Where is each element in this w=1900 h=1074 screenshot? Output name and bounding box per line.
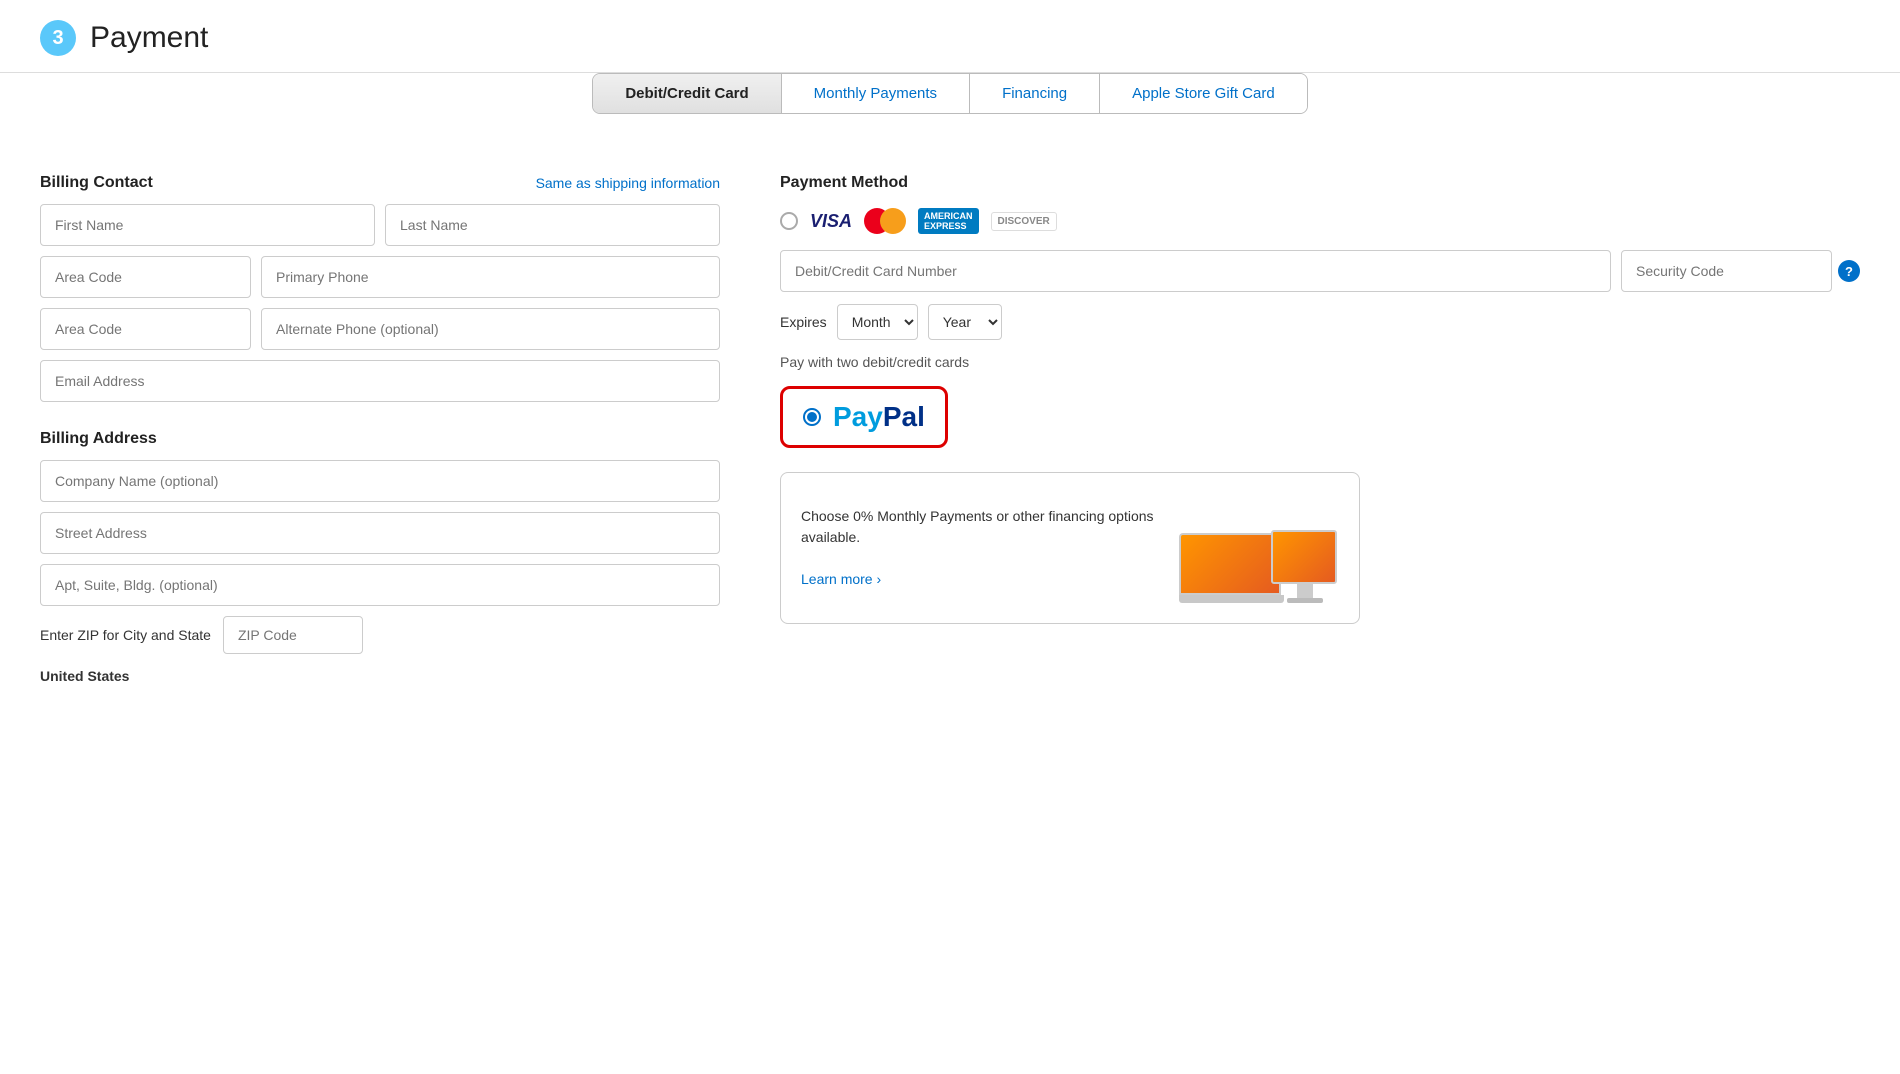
company-row (40, 460, 720, 502)
promo-learn-more-link[interactable]: Learn more › (801, 571, 881, 587)
billing-address-title: Billing Address (40, 430, 720, 448)
company-input[interactable] (40, 460, 720, 502)
billing-contact-header: Billing Contact Same as shipping informa… (40, 174, 720, 192)
month-select[interactable]: Month 01020304 05060708 09101112 (837, 304, 918, 340)
primary-phone-row (40, 256, 720, 298)
name-row (40, 204, 720, 246)
right-panel: Payment Method VISA AMERICANEXPRESS DISC… (780, 174, 1860, 684)
paypal-radio (803, 408, 821, 426)
main-content: Billing Contact Same as shipping informa… (0, 144, 1900, 714)
tab-gift-card[interactable]: Apple Store Gift Card (1100, 74, 1307, 113)
last-name-input[interactable] (385, 204, 720, 246)
apt-input[interactable] (40, 564, 720, 606)
payment-tabs: Debit/Credit Card Monthly Payments Finan… (0, 73, 1900, 114)
promo-image (1179, 493, 1339, 603)
tab-debit-credit[interactable]: Debit/Credit Card (593, 74, 781, 113)
expires-row: Expires Month 01020304 05060708 09101112… (780, 304, 1860, 340)
area-code-2-input[interactable] (40, 308, 251, 350)
year-select[interactable]: Year 2024202520262027 20282029 (928, 304, 1002, 340)
area-code-1-input[interactable] (40, 256, 251, 298)
paypal-radio-inner (807, 412, 817, 422)
promo-box: Choose 0% Monthly Payments or other fina… (780, 472, 1360, 624)
left-panel: Billing Contact Same as shipping informa… (40, 174, 720, 684)
two-cards-link: Pay with two debit/credit cards (780, 354, 1860, 370)
tab-monthly-payments[interactable]: Monthly Payments (782, 74, 970, 113)
paypal-button[interactable]: PayPal (780, 386, 948, 448)
billing-address-section: Billing Address Enter ZIP for City and S… (40, 430, 720, 684)
security-code-wrapper: ? (1621, 250, 1860, 292)
paypal-logo: PayPal (833, 401, 925, 433)
apt-row (40, 564, 720, 606)
visa-logo: VISA (810, 211, 852, 232)
card-radio[interactable] (780, 212, 798, 230)
same-as-shipping-link[interactable]: Same as shipping information (536, 175, 720, 191)
tabs-bar: Debit/Credit Card Monthly Payments Finan… (592, 73, 1307, 114)
card-number-input[interactable] (780, 250, 1611, 292)
page-title: Payment (90, 21, 208, 55)
country-label: United States (40, 668, 720, 684)
amex-logo: AMERICANEXPRESS (918, 208, 979, 234)
expires-label: Expires (780, 314, 827, 330)
first-name-input[interactable] (40, 204, 375, 246)
discover-logo: DISCOVER (991, 212, 1057, 231)
step-indicator: 3 (40, 20, 76, 56)
zip-input[interactable] (223, 616, 363, 654)
page-header: 3 Payment (0, 0, 1900, 73)
card-brands-row: VISA AMERICANEXPRESS DISCOVER (780, 208, 1860, 234)
card-number-row: ? (780, 250, 1860, 292)
street-row (40, 512, 720, 554)
primary-phone-input[interactable] (261, 256, 720, 298)
email-input[interactable] (40, 360, 720, 402)
email-row (40, 360, 720, 402)
zip-row: Enter ZIP for City and State (40, 616, 720, 654)
payment-method-title: Payment Method (780, 174, 1860, 192)
billing-contact-title: Billing Contact (40, 174, 153, 192)
promo-text: Choose 0% Monthly Payments or other fina… (801, 506, 1179, 590)
mastercard-logo (864, 208, 906, 234)
alternate-phone-input[interactable] (261, 308, 720, 350)
security-code-input[interactable] (1621, 250, 1832, 292)
alternate-phone-row (40, 308, 720, 350)
zip-label: Enter ZIP for City and State (40, 627, 211, 643)
security-help-button[interactable]: ? (1838, 260, 1860, 282)
tab-financing[interactable]: Financing (970, 74, 1100, 113)
street-input[interactable] (40, 512, 720, 554)
